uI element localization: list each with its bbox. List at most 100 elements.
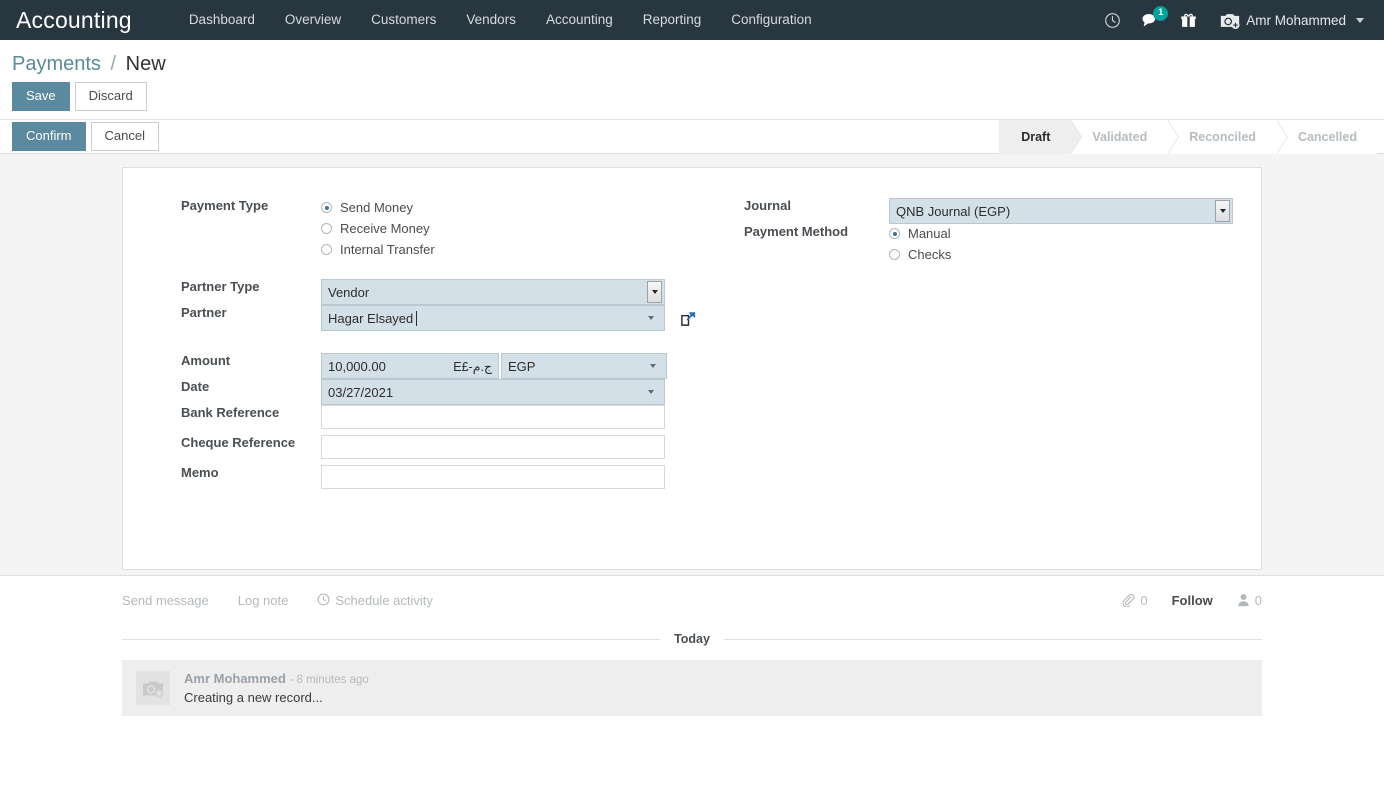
journal-select[interactable]: QNB Journal (EGP): [889, 198, 1233, 224]
clock-icon: [317, 593, 330, 608]
followers-count-button[interactable]: 0: [1237, 593, 1262, 608]
status-step-draft[interactable]: Draft: [999, 119, 1083, 154]
radio-label: Send Money: [340, 200, 413, 215]
radio-checks[interactable]: Checks: [889, 247, 1233, 262]
radio-manual[interactable]: Manual: [889, 226, 1233, 241]
chevron-down-icon: [1356, 17, 1364, 23]
message-body: Amr Mohammed - 8 minutes ago Creating a …: [184, 671, 1248, 705]
avatar: [136, 671, 170, 705]
amount-input[interactable]: 10,000.00 E£-ج.م: [321, 353, 499, 379]
radio-icon: [889, 249, 900, 260]
message-timestamp: - 8 minutes ago: [289, 674, 369, 686]
partner-type-value: Vendor: [328, 284, 370, 300]
label-payment-method: Payment Method: [744, 224, 849, 239]
menu-item-reporting[interactable]: Reporting: [628, 0, 717, 40]
user-name-label: Amr Mohammed: [1246, 12, 1346, 28]
main-menu: Dashboard Overview Customers Vendors Acc…: [174, 0, 827, 40]
gift-icon[interactable]: [1171, 0, 1205, 40]
menu-item-dashboard[interactable]: Dashboard: [174, 0, 270, 40]
divider-line-right: [723, 638, 1263, 640]
chatter-toolbar: Send message Log note Schedule activity: [122, 576, 1262, 620]
radio-internal-transfer[interactable]: Internal Transfer: [321, 242, 697, 257]
memo-input[interactable]: [321, 465, 665, 489]
form-sheet: Payment Type Send Money Receive Money In…: [122, 167, 1262, 570]
attachment-count-button[interactable]: 0: [1121, 592, 1148, 608]
date-separator: Today: [122, 632, 1263, 646]
external-link-icon[interactable]: [679, 309, 697, 327]
radio-icon: [321, 223, 332, 234]
chevron-down-icon: [648, 390, 654, 394]
cheque-reference-input[interactable]: [321, 435, 665, 459]
label-amount: Amount: [181, 353, 231, 368]
label-journal: Journal: [744, 198, 791, 213]
menu-item-configuration[interactable]: Configuration: [716, 0, 826, 40]
menu-item-vendors[interactable]: Vendors: [451, 0, 531, 40]
text-cursor: [416, 310, 418, 326]
menu-item-accounting[interactable]: Accounting: [531, 0, 628, 40]
navbar-systray: 1 Amr Mohammed: [1095, 0, 1372, 40]
paperclip-icon: [1121, 593, 1135, 608]
label-memo: Memo: [181, 465, 219, 480]
label-partner-type: Partner Type: [181, 279, 260, 294]
menu-item-overview[interactable]: Overview: [270, 0, 356, 40]
discard-button[interactable]: Discard: [74, 82, 147, 111]
radio-icon: [321, 202, 332, 213]
statusbar-row: Confirm Cancel Draft Validated Reconcile…: [0, 119, 1384, 154]
status-step-cancelled[interactable]: Cancelled: [1275, 119, 1377, 154]
chevron-down-icon: [1215, 200, 1230, 222]
partner-input[interactable]: Hagar Elsayed: [321, 305, 665, 331]
message-author[interactable]: Amr Mohammed: [184, 671, 286, 686]
date-separator-label: Today: [674, 632, 710, 646]
camera-avatar-icon: [1219, 11, 1240, 30]
payment-method-radio-group: Manual Checks: [889, 224, 1233, 262]
follower-count: 0: [1254, 592, 1262, 608]
top-navbar: Accounting Dashboard Overview Customers …: [0, 0, 1384, 40]
menu-item-customers[interactable]: Customers: [356, 0, 451, 40]
clock-icon[interactable]: [1095, 0, 1129, 40]
schedule-activity-button[interactable]: Schedule activity: [317, 593, 433, 608]
amount-value: 10,000.00: [328, 358, 386, 374]
chevron-down-icon: [650, 364, 656, 368]
partner-value: Hagar Elsayed: [328, 310, 414, 326]
radio-label: Manual: [908, 226, 951, 241]
user-menu[interactable]: Amr Mohammed: [1209, 0, 1372, 40]
breadcrumb-separator: /: [110, 53, 117, 75]
message-count-badge: 1: [1153, 6, 1169, 21]
bank-reference-input[interactable]: [321, 405, 665, 429]
radio-label: Checks: [908, 247, 952, 262]
chat-bubble-icon[interactable]: 1: [1133, 0, 1169, 40]
chatter-stats: 0 Follow 0: [1121, 593, 1262, 608]
breadcrumb-current: New: [125, 53, 166, 75]
date-input[interactable]: 03/27/2021: [321, 379, 665, 405]
radio-send-money[interactable]: Send Money: [321, 200, 697, 215]
label-cheque-reference: Cheque Reference: [181, 435, 296, 450]
follow-button[interactable]: Follow: [1172, 593, 1213, 608]
send-message-button[interactable]: Send message: [122, 593, 209, 608]
cancel-button[interactable]: Cancel: [90, 122, 159, 151]
radio-receive-money[interactable]: Receive Money: [321, 221, 697, 236]
attachment-count: 0: [1140, 592, 1148, 608]
chevron-down-icon: [647, 281, 662, 303]
confirm-button[interactable]: Confirm: [12, 122, 86, 151]
breadcrumb-payments[interactable]: Payments: [12, 53, 101, 75]
message-text: Creating a new record...: [184, 690, 323, 705]
journal-value: QNB Journal (EGP): [896, 203, 1011, 219]
currency-symbol: E£-ج.م: [453, 359, 492, 374]
status-step-validated[interactable]: Validated: [1070, 119, 1180, 154]
partner-type-select[interactable]: Vendor: [321, 279, 665, 305]
status-step-reconciled[interactable]: Reconciled: [1167, 119, 1288, 154]
log-note-label: Log note: [237, 592, 289, 608]
label-partner: Partner: [181, 305, 227, 320]
form-column-left: Payment Type Send Money Receive Money In…: [181, 198, 707, 489]
save-button[interactable]: Save: [12, 82, 70, 111]
currency-select[interactable]: EGP: [501, 353, 667, 379]
control-panel: Payments / New Save Discard Confirm Canc…: [0, 40, 1384, 154]
log-note-button[interactable]: Log note: [238, 593, 289, 608]
message-item: Amr Mohammed - 8 minutes ago Creating a …: [122, 660, 1262, 716]
label-bank-reference: Bank Reference: [181, 405, 280, 420]
label-date: Date: [181, 379, 210, 394]
app-brand-accounting[interactable]: Accounting: [16, 0, 132, 40]
form-column-right: Journal QNB Journal (EGP) Payment Method: [707, 198, 1233, 489]
radio-icon: [321, 244, 332, 255]
status-pipeline: Draft Validated Reconciled Cancelled: [999, 119, 1377, 154]
